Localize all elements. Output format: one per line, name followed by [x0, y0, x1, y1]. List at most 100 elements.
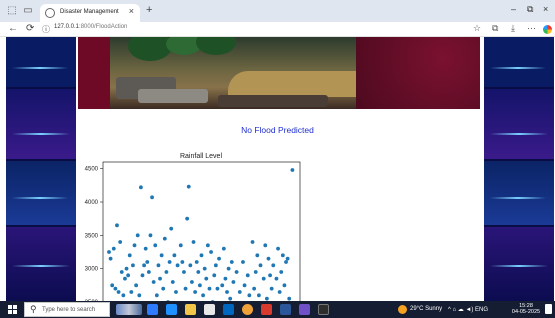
scatter-point [175, 263, 180, 268]
scatter-point [194, 260, 199, 264]
scatter-point [172, 253, 177, 258]
y-tick-label: 3500 [85, 233, 99, 239]
tab-actions-icon[interactable]: ▭ [22, 5, 34, 17]
scatter-point [241, 260, 245, 264]
terminal-icon[interactable] [318, 304, 329, 315]
chrome-icon[interactable] [242, 304, 253, 315]
scatter-point [110, 283, 115, 288]
scatter-point [161, 286, 166, 291]
profile-icon[interactable] [543, 25, 552, 34]
scatter-point [174, 290, 178, 294]
scatter-point [204, 276, 209, 281]
page-content: No Flood Predicted Rainfall Level 250030… [0, 37, 555, 301]
scatter-point [213, 263, 218, 268]
favorite-star-icon[interactable]: ☆ [473, 23, 481, 34]
scatter-point [186, 184, 191, 189]
scatter-point [271, 263, 276, 268]
scatter-point [209, 250, 213, 254]
weather-text[interactable]: 29°C Sunny [410, 306, 442, 312]
scatter-point [143, 246, 148, 251]
scatter-point [158, 276, 162, 281]
store-icon[interactable] [204, 304, 215, 315]
scatter-point [150, 195, 154, 200]
tab-disaster-management[interactable]: Disaster Management × [40, 4, 140, 22]
navigation-bar: ← ⟳ ⓘ 127.0.0.1:8000/FloodAction ☆ ⧉ ⤓ ⋯ [0, 22, 555, 37]
scatter-point [108, 256, 113, 261]
sun-weather-icon [398, 305, 407, 314]
tab-close-button[interactable]: × [129, 6, 134, 16]
menu-dots-icon[interactable]: ⋯ [527, 23, 536, 34]
scatter-point [113, 286, 118, 291]
address-bar[interactable]: 127.0.0.1:8000/FloodAction [54, 24, 127, 30]
app-menu-icon[interactable]: ⬚ [6, 5, 18, 17]
close-window-button[interactable]: × [543, 4, 548, 14]
collections-icon[interactable]: ⧉ [492, 23, 498, 34]
clock-date: 04-05-2025 [511, 309, 541, 315]
windows-taskbar: ⚲ Type here to search 29°C Sunny ^ ⌂ ☁ ◄… [0, 301, 555, 318]
url-host: 127.0.0.1 [54, 24, 80, 30]
scatter-point [245, 273, 250, 278]
scatter-point [285, 256, 290, 261]
scatter-point [124, 266, 129, 271]
scatter-point [131, 263, 135, 268]
scatter-point [169, 226, 174, 231]
taskbar-clock[interactable]: 15:28 04-05-2025 [510, 303, 542, 315]
scatter-point [253, 270, 258, 274]
app-icon[interactable] [299, 304, 310, 315]
plot-area [102, 161, 301, 301]
system-tray-icons[interactable]: ^ ⌂ ☁ ◄) ENG [448, 306, 488, 313]
back-arrow-icon[interactable]: ← [8, 23, 18, 34]
scatter-point [198, 283, 202, 288]
scatter-point [287, 296, 292, 301]
settings-gear-icon[interactable] [223, 304, 234, 315]
scatter-point [156, 263, 161, 268]
scatter-point [115, 223, 119, 228]
scatter-point [201, 293, 205, 298]
search-placeholder: Type here to search [42, 307, 96, 313]
scatter-point [116, 290, 121, 294]
scatter-point [129, 290, 134, 294]
weather-widget-icon[interactable] [116, 304, 142, 315]
prediction-result: No Flood Predicted [241, 125, 314, 135]
minimize-button[interactable]: – [511, 4, 516, 14]
new-tab-button[interactable]: + [146, 4, 152, 16]
flood-banner-image [78, 37, 480, 109]
y-tick-label: 3000 [85, 267, 99, 273]
scatter-point [225, 290, 229, 294]
scatter-point [237, 290, 242, 294]
taskbar-search-box[interactable]: ⚲ Type here to search [24, 302, 110, 317]
site-info-icon[interactable]: ⓘ [42, 24, 50, 35]
scatter-point [153, 243, 158, 248]
scatter-point [199, 253, 204, 258]
task-view-icon[interactable] [166, 304, 177, 315]
scatter-point [252, 286, 257, 291]
reload-icon[interactable]: ⟳ [26, 23, 34, 34]
scatter-point [142, 263, 146, 268]
rainfall-scatter-chart: Rainfall Level 25003000350040004500 [85, 153, 301, 301]
windows-start-icon[interactable] [8, 305, 17, 314]
scatter-point [182, 270, 186, 274]
scatter-point [185, 216, 190, 221]
search-icon: ⚲ [30, 304, 37, 314]
scatter-point [242, 283, 247, 288]
scatter-point [221, 246, 226, 251]
tab-title: Disaster Management [60, 9, 119, 15]
file-explorer-icon[interactable] [185, 304, 196, 315]
scatter-point [132, 243, 137, 248]
scatter-point [205, 243, 210, 248]
scatter-point [193, 290, 198, 294]
edge-browser-icon[interactable] [147, 304, 158, 315]
scatter-point [231, 280, 236, 284]
scatter-point [146, 270, 151, 274]
scatter-point [229, 260, 234, 264]
browser-window: ⬚ ▭ Disaster Management × + – ⧉ × ← ⟳ ⓘ … [0, 0, 555, 318]
maximize-button[interactable]: ⧉ [527, 4, 533, 15]
powerpoint-icon[interactable] [261, 304, 272, 315]
word-icon[interactable] [280, 304, 291, 315]
scatter-point [151, 280, 156, 284]
download-icon[interactable]: ⤓ [511, 23, 515, 34]
scatter-point [178, 243, 183, 248]
notifications-icon[interactable] [545, 304, 552, 314]
scatter-point [145, 260, 150, 264]
browser-titlebar: ⬚ ▭ Disaster Management × + – ⧉ × [0, 0, 555, 22]
